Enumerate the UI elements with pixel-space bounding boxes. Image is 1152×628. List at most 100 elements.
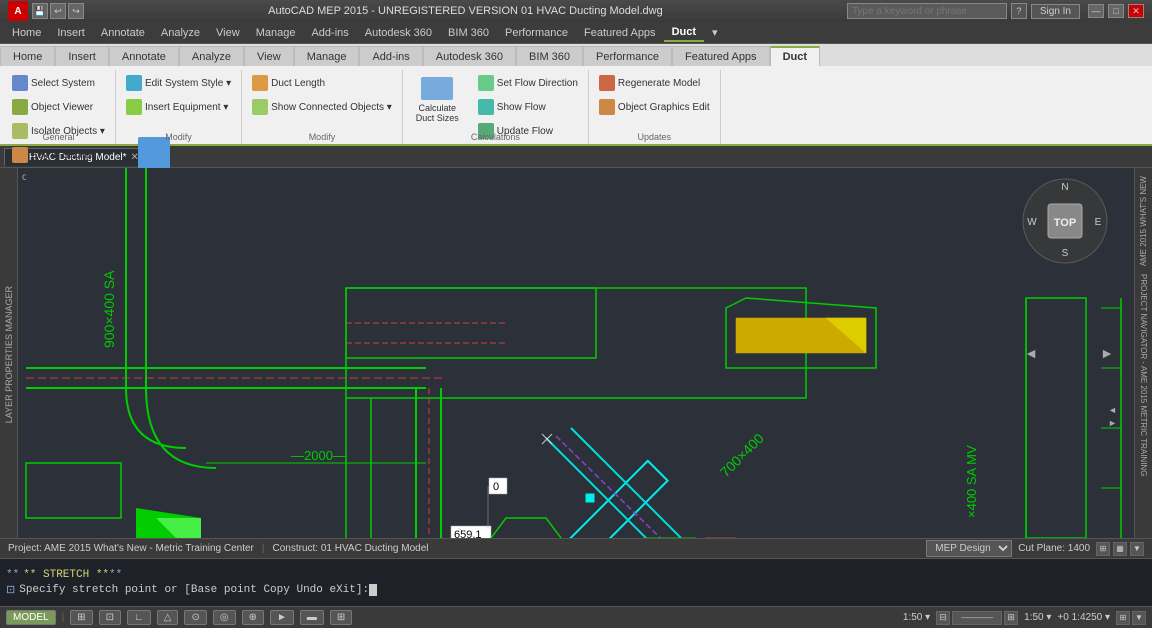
menu-autodesk360[interactable]: Autodesk 360 — [357, 25, 440, 41]
viewcube-svg: N S E W TOP — [1020, 176, 1110, 266]
tab-view[interactable]: View — [244, 46, 294, 66]
menu-manage[interactable]: Manage — [248, 25, 304, 41]
ribbon-group-ductlength: Duct Length Show Connected Objects ▾ Mod… — [242, 70, 403, 144]
nav-left-arrow[interactable]: ◄ — [1024, 345, 1038, 361]
set-flow-direction-btn[interactable]: Set Flow Direction — [472, 72, 584, 94]
maximize-button[interactable]: □ — [1108, 4, 1124, 18]
menu-insert[interactable]: Insert — [49, 25, 93, 41]
show-connected-icon — [252, 99, 268, 115]
menu-annotate[interactable]: Annotate — [93, 25, 153, 41]
menu-performance[interactable]: Performance — [497, 25, 576, 41]
group-label-modify: Modify — [116, 132, 241, 142]
svg-text:◄: ◄ — [1108, 405, 1117, 415]
titlebar-title: AutoCAD MEP 2015 - UNREGISTERED VERSION … — [84, 5, 847, 17]
menu-analyze[interactable]: Analyze — [153, 25, 208, 41]
tab-analyze[interactable]: Analyze — [179, 46, 244, 66]
svg-text:E: E — [1095, 217, 1102, 228]
tab-performance[interactable]: Performance — [583, 46, 672, 66]
menubar: Home Insert Annotate Analyze View Manage… — [0, 22, 1152, 44]
group-label-modify2: Modify — [242, 132, 402, 142]
svg-text:TOP: TOP — [1054, 217, 1076, 229]
model-btn[interactable]: MODEL — [6, 610, 56, 625]
titlebar-search[interactable] — [847, 3, 1007, 19]
lweight-btn[interactable]: ▬ — [300, 610, 324, 625]
object-viewer-btn[interactable]: Object Viewer — [6, 96, 99, 118]
osnap-btn[interactable]: ⊙ — [184, 610, 206, 625]
ribbon-group-calculations: CalculateDuct Sizes Set Flow Direction S… — [403, 70, 589, 144]
tab-home[interactable]: Home — [0, 46, 55, 66]
command-area: ** ** STRETCH ** ** ⊡ Specify stretch po… — [0, 558, 1152, 606]
whats-new-tab[interactable]: AME 2015 WHAT'S NEW — [1137, 172, 1150, 270]
grid-btn[interactable]: ⊞ — [70, 610, 92, 625]
signin-button[interactable]: Sign In — [1031, 4, 1080, 19]
layer-properties-tab[interactable]: LAYER PROPERTIES MANAGER — [2, 278, 16, 431]
project-navigator-tab[interactable]: PROJECT NAVIGATOR - AME 2015 METRIC TRAI… — [1137, 270, 1150, 480]
svg-text:N: N — [1061, 182, 1068, 193]
statusbar: Project: AME 2015 What's New - Metric Tr… — [0, 538, 1152, 558]
tab-duct[interactable]: Duct — [770, 46, 820, 66]
nav-right-arrow[interactable]: ► — [1100, 345, 1114, 361]
object-graphics-edit-btn[interactable]: Object Graphics Edit — [593, 96, 716, 118]
tpress-btn[interactable]: ⊞ — [330, 610, 352, 625]
svg-text:0: 0 — [493, 481, 499, 493]
layer-properties-panel: LAYER PROPERTIES MANAGER — [0, 168, 18, 538]
select-system-btn[interactable]: Select System — [6, 72, 101, 94]
minimize-button[interactable]: — — [1088, 4, 1104, 18]
edit-in-section-btn[interactable]: Edit In Section — [6, 144, 101, 166]
insert-icon — [126, 99, 142, 115]
quick-access-redo[interactable]: ↪ — [68, 3, 84, 19]
tab-featured[interactable]: Featured Apps — [672, 46, 770, 66]
dyn-btn[interactable]: ► — [270, 610, 294, 625]
regenerate-model-btn[interactable]: Regenerate Model — [593, 72, 706, 94]
tab-addins[interactable]: Add-ins — [359, 46, 422, 66]
menu-duct[interactable]: Duct — [664, 24, 704, 42]
zoom-level: 1:50 ▾ — [1024, 612, 1051, 623]
show-connected-btn[interactable]: Show Connected Objects ▾ — [246, 96, 398, 118]
menu-dropdown[interactable]: ▾ — [704, 24, 726, 41]
help-icon[interactable]: ? — [1011, 3, 1027, 19]
otrack-btn[interactable]: ◎ — [213, 610, 236, 625]
viewcube: N S E W TOP — [1020, 176, 1110, 266]
svg-text:►: ► — [1108, 418, 1117, 428]
group-label-calculations: Calculations — [403, 132, 588, 142]
command-input-line[interactable]: ⊡ Specify stretch point or [Base point C… — [6, 583, 1146, 597]
menu-view[interactable]: View — [208, 25, 248, 41]
ribbon-group-general: Select System Object Viewer Isolate Obje… — [2, 70, 116, 144]
scale-controls[interactable]: ⊟ ———— ⊞ — [936, 611, 1018, 625]
project-navigator-panel: AME 2015 WHAT'S NEW PROJECT NAVIGATOR - … — [1134, 168, 1152, 538]
menu-bim360[interactable]: BIM 360 — [440, 25, 497, 41]
close-button[interactable]: ✕ — [1128, 4, 1144, 18]
snap-btn[interactable]: ⊡ — [99, 610, 121, 625]
tab-insert[interactable]: Insert — [55, 46, 109, 66]
quick-access-save[interactable]: 💾 — [32, 3, 48, 19]
edit-style-icon — [126, 75, 142, 91]
menu-home[interactable]: Home — [4, 25, 49, 41]
duct-length-btn[interactable]: Duct Length — [246, 72, 331, 94]
workspace-controls[interactable]: ⊞ ▼ — [1116, 611, 1146, 625]
insert-equipment-btn[interactable]: Insert Equipment ▾ — [120, 96, 234, 118]
menu-featured[interactable]: Featured Apps — [576, 25, 664, 41]
ortho-btn[interactable]: ∟ — [127, 610, 151, 625]
tab-annotate[interactable]: Annotate — [109, 46, 179, 66]
calc-icon — [421, 77, 453, 100]
edit-section-icon — [12, 147, 28, 163]
svg-text:—2000—: —2000— — [291, 448, 346, 463]
edit-system-style-btn[interactable]: Edit System Style ▾ — [120, 72, 237, 94]
ribbon-tabs: Home Insert Annotate Analyze View Manage… — [0, 44, 1152, 66]
mep-design-dropdown[interactable]: MEP Design — [926, 540, 1012, 557]
ducs-btn[interactable]: ⊕ — [242, 610, 264, 625]
calculate-duct-sizes-btn[interactable]: CalculateDuct Sizes — [407, 72, 468, 128]
titlebar-logo: A — [8, 1, 28, 21]
tab-manage[interactable]: Manage — [294, 46, 360, 66]
construct-status: Construct: 01 HVAC Ducting Model — [273, 543, 429, 554]
polar-btn[interactable]: △ — [157, 610, 179, 625]
tab-autodesk360[interactable]: Autodesk 360 — [423, 46, 516, 66]
show-flow-btn[interactable]: Show Flow — [472, 96, 584, 118]
ribbon-group-modify: Edit System Style ▾ Insert Equipment ▾ M… — [116, 70, 242, 144]
quick-access-undo[interactable]: ↩ — [50, 3, 66, 19]
svg-text:W: W — [1027, 217, 1037, 228]
coordinate-display: +0 1:4250 ▾ — [1057, 612, 1110, 623]
tab-bim360[interactable]: BIM 360 — [516, 46, 583, 66]
view-controls[interactable]: ⊞ ▦ ▼ — [1096, 542, 1144, 556]
menu-addins[interactable]: Add-ins — [303, 25, 356, 41]
